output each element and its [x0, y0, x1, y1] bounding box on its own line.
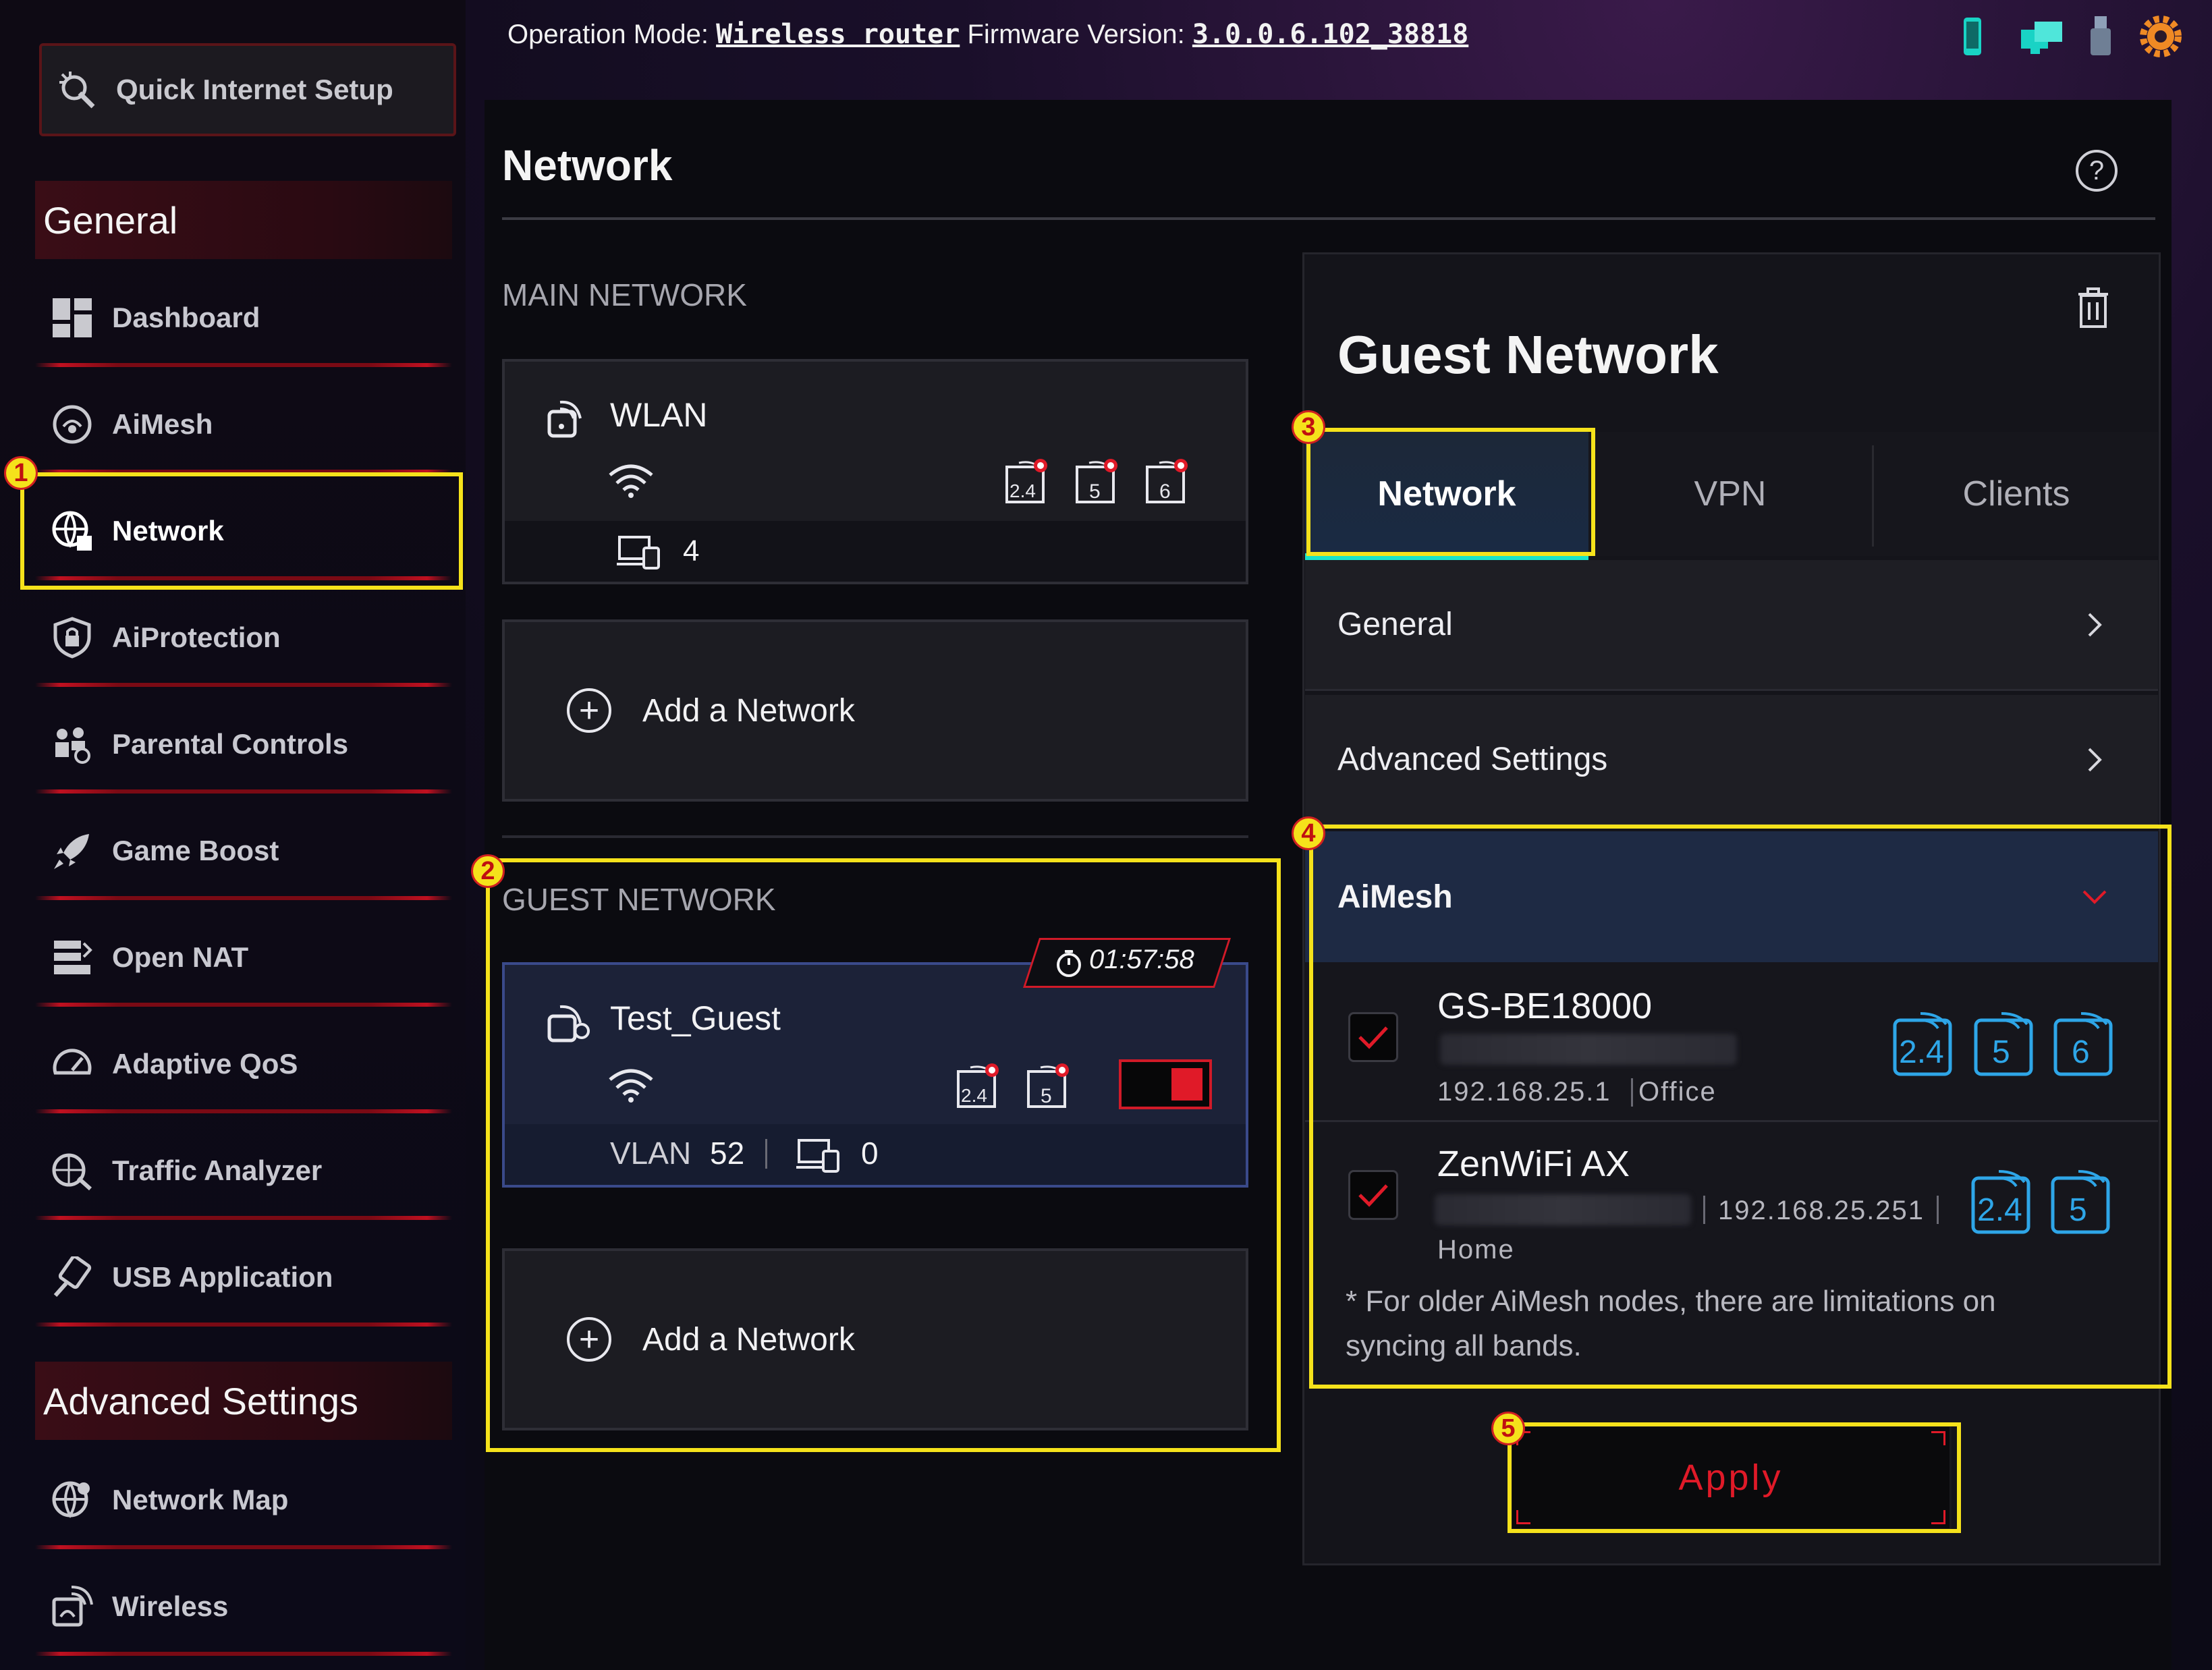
gauge-icon	[53, 1049, 92, 1075]
sidebar-section-general: General	[35, 181, 452, 259]
sidebar-item-traffic-analyzer[interactable]: Traffic Analyzer	[35, 1117, 452, 1224]
usb-icon[interactable]	[2082, 15, 2119, 58]
sidebar-item-label: Open NAT	[112, 941, 249, 973]
phone-icon[interactable]	[1954, 15, 1991, 58]
firmware-status-bar: Operation Mode: Wireless router Firmware…	[507, 19, 1468, 50]
operation-mode-link[interactable]: Wireless router	[716, 19, 960, 50]
sidebar-item-game-boost[interactable]: Game Boost	[35, 798, 452, 904]
router-icon	[547, 400, 582, 438]
sidebar-item-label: Dashboard	[112, 302, 260, 333]
nat-icon	[54, 941, 92, 974]
general-accordion[interactable]: General	[1305, 560, 2158, 691]
sidebar-item-label: Traffic Analyzer	[112, 1154, 323, 1186]
add-main-network-button[interactable]: + Add a Network	[502, 619, 1248, 802]
chevron-right-icon	[2088, 613, 2102, 636]
sidebar-item-label: USB Application	[112, 1261, 333, 1293]
divider	[35, 1216, 452, 1220]
card-footer	[505, 521, 1246, 582]
divider	[35, 1545, 452, 1549]
chevron-right-icon	[2088, 748, 2102, 771]
sidebar-item-label: Network Map	[112, 1484, 289, 1515]
divider	[502, 217, 2155, 220]
divider	[502, 835, 1248, 838]
settings-gear-icon[interactable]	[2139, 15, 2182, 58]
tab-clients[interactable]: Clients	[1875, 432, 2158, 556]
divider	[35, 683, 452, 687]
divider	[35, 789, 452, 794]
rocket-icon	[54, 834, 89, 869]
sidebar-item-open-nat[interactable]: Open NAT	[35, 904, 452, 1011]
status-icons	[1954, 15, 2182, 58]
divider	[1872, 445, 1874, 547]
advanced-settings-accordion[interactable]: Advanced Settings	[1305, 695, 2158, 826]
quick-internet-setup-button[interactable]: Quick Internet Setup	[39, 43, 456, 136]
sidebar-item-wireless[interactable]: Wireless	[35, 1553, 452, 1660]
add-network-label: Add a Network	[642, 692, 855, 729]
family-icon	[55, 727, 90, 764]
wlan-network-card[interactable]: WLAN 2.4 5 6 4	[502, 359, 1248, 584]
accordion-title: Advanced Settings	[1337, 742, 1608, 777]
quick-internet-setup-label: Quick Internet Setup	[116, 74, 393, 105]
firmware-version-link[interactable]: 3.0.0.6.102_38818	[1192, 19, 1468, 50]
main-network-section-label: MAIN NETWORK	[502, 277, 747, 312]
sidebar-item-label: AiProtection	[112, 621, 281, 653]
annotation-box-3	[1306, 428, 1595, 556]
accordion-title: General	[1337, 607, 1453, 642]
network-name: WLAN	[610, 396, 708, 434]
sidebar-item-label: Adaptive QoS	[112, 1048, 298, 1080]
firmware-version-label: Firmware Version:	[967, 20, 1185, 49]
panel-title: Guest Network	[1337, 325, 1719, 385]
sidebar-item-network-map[interactable]: Network Map	[35, 1447, 452, 1553]
globe-map-icon	[52, 1481, 90, 1518]
divider	[35, 363, 452, 367]
sidebar-item-label: Game Boost	[112, 835, 279, 866]
annotation-box-1	[20, 472, 463, 590]
divider	[35, 1652, 452, 1656]
annotation-badge-3: 3	[1292, 410, 1325, 444]
divider	[35, 1003, 452, 1007]
divider	[35, 1323, 452, 1327]
sidebar-item-label: Wireless	[112, 1590, 229, 1622]
operation-mode-label: Operation Mode:	[507, 20, 709, 49]
annotation-box-2	[486, 858, 1281, 1452]
sidebar-item-aiprotection[interactable]: AiProtection	[35, 584, 452, 691]
sidebar-item-dashboard[interactable]: Dashboard	[35, 265, 452, 371]
sidebar-item-adaptive-qos[interactable]: Adaptive QoS	[35, 1011, 452, 1117]
aimesh-icon	[53, 405, 92, 444]
sidebar-item-parental-controls[interactable]: Parental Controls	[35, 691, 452, 798]
tab-vpn[interactable]: VPN	[1588, 432, 1872, 556]
divider	[35, 1109, 452, 1113]
divider	[35, 896, 452, 900]
annotation-box-4	[1309, 825, 2172, 1389]
network-icon[interactable]	[2011, 15, 2062, 58]
sidebar-item-label: Parental Controls	[112, 728, 349, 760]
usb-app-icon	[53, 1256, 92, 1297]
sidebar-item-aimesh[interactable]: AiMesh	[35, 371, 452, 478]
devices-icon	[617, 536, 660, 569]
sidebar-item-usb-application[interactable]: USB Application	[35, 1224, 452, 1331]
sidebar-section-advanced-settings: Advanced Settings	[35, 1362, 452, 1440]
dashboard-icon	[53, 298, 92, 337]
shield-lock-icon	[53, 617, 91, 659]
plus-circle-icon: +	[567, 688, 611, 733]
trash-icon[interactable]	[2074, 286, 2112, 329]
band-label: 5	[1089, 480, 1101, 503]
wireless-icon	[52, 1586, 93, 1627]
device-count: 4	[683, 534, 700, 567]
annotation-badge-5: 5	[1491, 1412, 1525, 1445]
help-icon[interactable]: ?	[2076, 150, 2118, 192]
annotation-badge-1: 1	[4, 456, 38, 490]
wizard-icon	[59, 72, 95, 109]
traffic-icon	[52, 1153, 92, 1191]
annotation-badge-4: 4	[1292, 816, 1325, 850]
annotation-box-5	[1508, 1422, 1961, 1533]
band-label: 2.4	[1010, 480, 1036, 501]
page-title: Network	[502, 141, 673, 190]
band-label: 6	[1159, 480, 1171, 503]
sidebar-item-label: AiMesh	[112, 408, 213, 440]
annotation-badge-2: 2	[471, 854, 505, 888]
wifi-icon	[609, 464, 653, 498]
